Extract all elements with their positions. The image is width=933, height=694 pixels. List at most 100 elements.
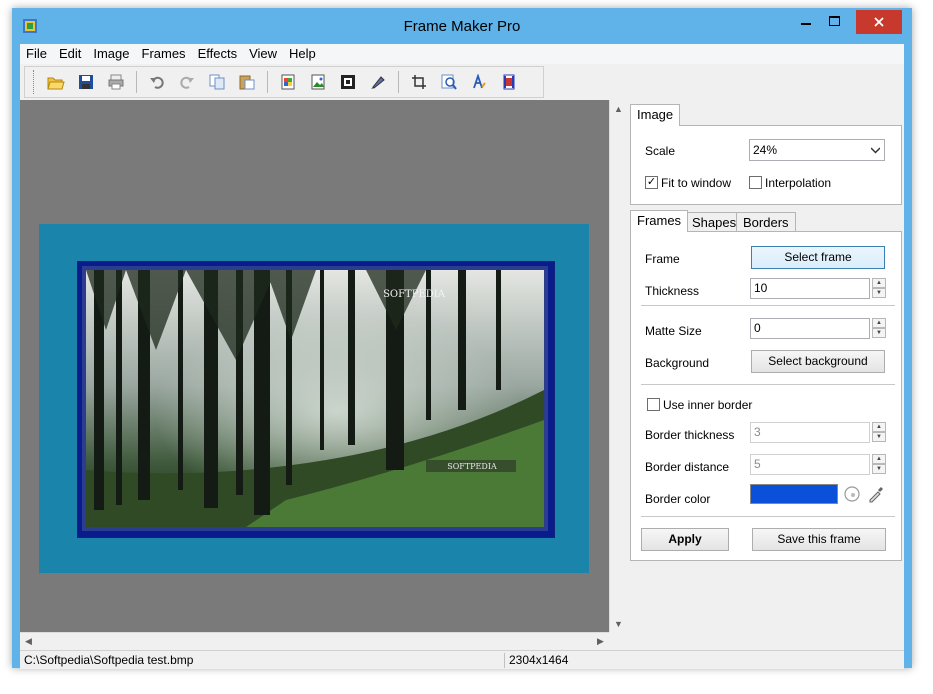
zoom-icon <box>441 74 457 90</box>
app-window: Frame Maker Pro File Edit Image Frames E… <box>12 8 912 669</box>
maximize-button[interactable] <box>820 10 848 32</box>
zoom-button[interactable] <box>437 70 461 94</box>
tab-borders[interactable]: Borders <box>736 212 796 232</box>
select-background-button[interactable]: Select background <box>751 350 885 373</box>
settings-panel: Image Scale 24% ✓ Fit to window Interpol… <box>626 100 904 650</box>
border-distance-input[interactable]: 5 <box>750 454 870 475</box>
status-bar: C:\Softpedia\Softpedia test.bmp 2304x146… <box>20 650 904 669</box>
scale-value: 24% <box>753 143 778 157</box>
spin-down-icon[interactable]: ▼ <box>872 288 886 298</box>
fit-to-window-label: Fit to window <box>661 176 732 190</box>
vertical-scrollbar[interactable]: ▲ ▼ <box>609 100 627 632</box>
status-file-path: C:\Softpedia\Softpedia test.bmp <box>24 653 194 667</box>
scroll-up-arrow-icon[interactable]: ▲ <box>610 100 627 117</box>
use-inner-border-checkbox[interactable] <box>647 398 660 411</box>
apply-button[interactable]: Apply <box>641 528 729 551</box>
tab-image[interactable]: Image <box>630 104 681 126</box>
color-wheel-icon[interactable] <box>843 485 861 503</box>
scroll-right-arrow-icon[interactable]: ▶ <box>592 633 609 650</box>
image-tab-page: Scale 24% ✓ Fit to window Interpolation <box>630 125 902 205</box>
thickness-label: Thickness <box>645 284 700 298</box>
spin-up-icon[interactable]: ▲ <box>872 422 886 432</box>
matte-size-stepper[interactable]: ▲ ▼ <box>872 318 886 339</box>
menu-file[interactable]: File <box>20 44 53 64</box>
thickness-input[interactable]: 10 <box>750 278 870 299</box>
forest-photo: SOFTPEDIA SOFTPEDIA <box>86 270 544 527</box>
close-button[interactable] <box>856 10 902 34</box>
print-button[interactable] <box>104 70 128 94</box>
status-separator <box>504 653 505 668</box>
spin-up-icon[interactable]: ▲ <box>872 454 886 464</box>
tab-frames[interactable]: Frames <box>630 210 689 232</box>
menu-help[interactable]: Help <box>283 44 322 64</box>
save-frame-button[interactable]: Save this frame <box>752 528 886 551</box>
matte-size-input[interactable]: 0 <box>750 318 870 339</box>
frame-button[interactable] <box>336 70 360 94</box>
border-distance-label: Border distance <box>645 460 730 474</box>
spin-down-icon[interactable]: ▼ <box>872 432 886 442</box>
redo-icon <box>180 76 194 89</box>
scroll-down-arrow-icon[interactable]: ▼ <box>610 615 627 632</box>
interpolation-checkbox[interactable] <box>749 176 762 189</box>
scale-dropdown[interactable]: 24% <box>749 139 885 161</box>
image-canvas[interactable]: SOFTPEDIA SOFTPEDIA <box>20 100 609 632</box>
frame-inner-border: SOFTPEDIA SOFTPEDIA <box>82 266 548 531</box>
fit-to-window-checkbox[interactable]: ✓ <box>645 176 658 189</box>
menu-bar: File Edit Image Frames Effects View Help <box>20 44 904 64</box>
tab-shapes[interactable]: Shapes <box>685 212 744 232</box>
matte-area: SOFTPEDIA SOFTPEDIA <box>39 224 589 573</box>
use-inner-border-label: Use inner border <box>663 398 753 412</box>
toolbar-separator <box>267 71 268 93</box>
photo-watermark-bottom: SOFTPEDIA <box>447 462 497 471</box>
title-bar[interactable]: Frame Maker Pro <box>12 8 912 44</box>
crop-button[interactable] <box>407 70 431 94</box>
minimize-button[interactable] <box>792 10 820 32</box>
status-image-size: 2304x1464 <box>509 653 569 667</box>
frame-icon <box>341 75 355 89</box>
border-thickness-stepper[interactable]: ▲ ▼ <box>872 422 886 443</box>
divider <box>641 305 895 306</box>
background-label: Background <box>645 356 710 370</box>
scroll-left-arrow-icon[interactable]: ◀ <box>20 633 37 650</box>
spin-down-icon[interactable]: ▼ <box>872 464 886 474</box>
photo-watermark-top: SOFTPEDIA <box>383 289 446 300</box>
copy-button[interactable] <box>205 70 229 94</box>
toolbar-grip[interactable] <box>33 70 37 94</box>
text-button[interactable] <box>467 70 491 94</box>
window-title: Frame Maker Pro <box>403 18 521 35</box>
crop-icon <box>412 75 426 89</box>
redo-button[interactable] <box>175 70 199 94</box>
menu-frames[interactable]: Frames <box>136 44 192 64</box>
brush-button[interactable] <box>366 70 390 94</box>
thickness-stepper[interactable]: ▲ ▼ <box>872 278 886 299</box>
copy-icon <box>209 74 225 90</box>
print-icon <box>108 74 124 90</box>
border-distance-stepper[interactable]: ▲ ▼ <box>872 454 886 475</box>
spin-up-icon[interactable]: ▲ <box>872 278 886 288</box>
save-button[interactable] <box>74 70 98 94</box>
undo-button[interactable] <box>145 70 169 94</box>
paste-icon <box>239 75 255 90</box>
film-icon <box>503 74 515 90</box>
menu-edit[interactable]: Edit <box>53 44 87 64</box>
spin-up-icon[interactable]: ▲ <box>872 318 886 328</box>
open-button[interactable] <box>44 70 68 94</box>
menu-image[interactable]: Image <box>87 44 135 64</box>
horizontal-scrollbar[interactable]: ◀ ▶ <box>20 632 609 650</box>
spin-down-icon[interactable]: ▼ <box>872 328 886 338</box>
image-button[interactable] <box>276 70 300 94</box>
eyedropper-icon[interactable] <box>867 485 885 503</box>
maximize-icon <box>828 16 840 26</box>
brush-icon <box>371 76 385 89</box>
border-thickness-input[interactable]: 3 <box>750 422 870 443</box>
picture-button[interactable] <box>306 70 330 94</box>
menu-effects[interactable]: Effects <box>192 44 244 64</box>
border-color-swatch[interactable] <box>750 484 838 504</box>
save-icon <box>79 75 93 89</box>
paste-button[interactable] <box>235 70 259 94</box>
frame-label: Frame <box>645 252 680 266</box>
film-button[interactable] <box>497 70 521 94</box>
menu-view[interactable]: View <box>243 44 283 64</box>
select-frame-button[interactable]: Select frame <box>751 246 885 269</box>
text-icon <box>473 74 486 89</box>
